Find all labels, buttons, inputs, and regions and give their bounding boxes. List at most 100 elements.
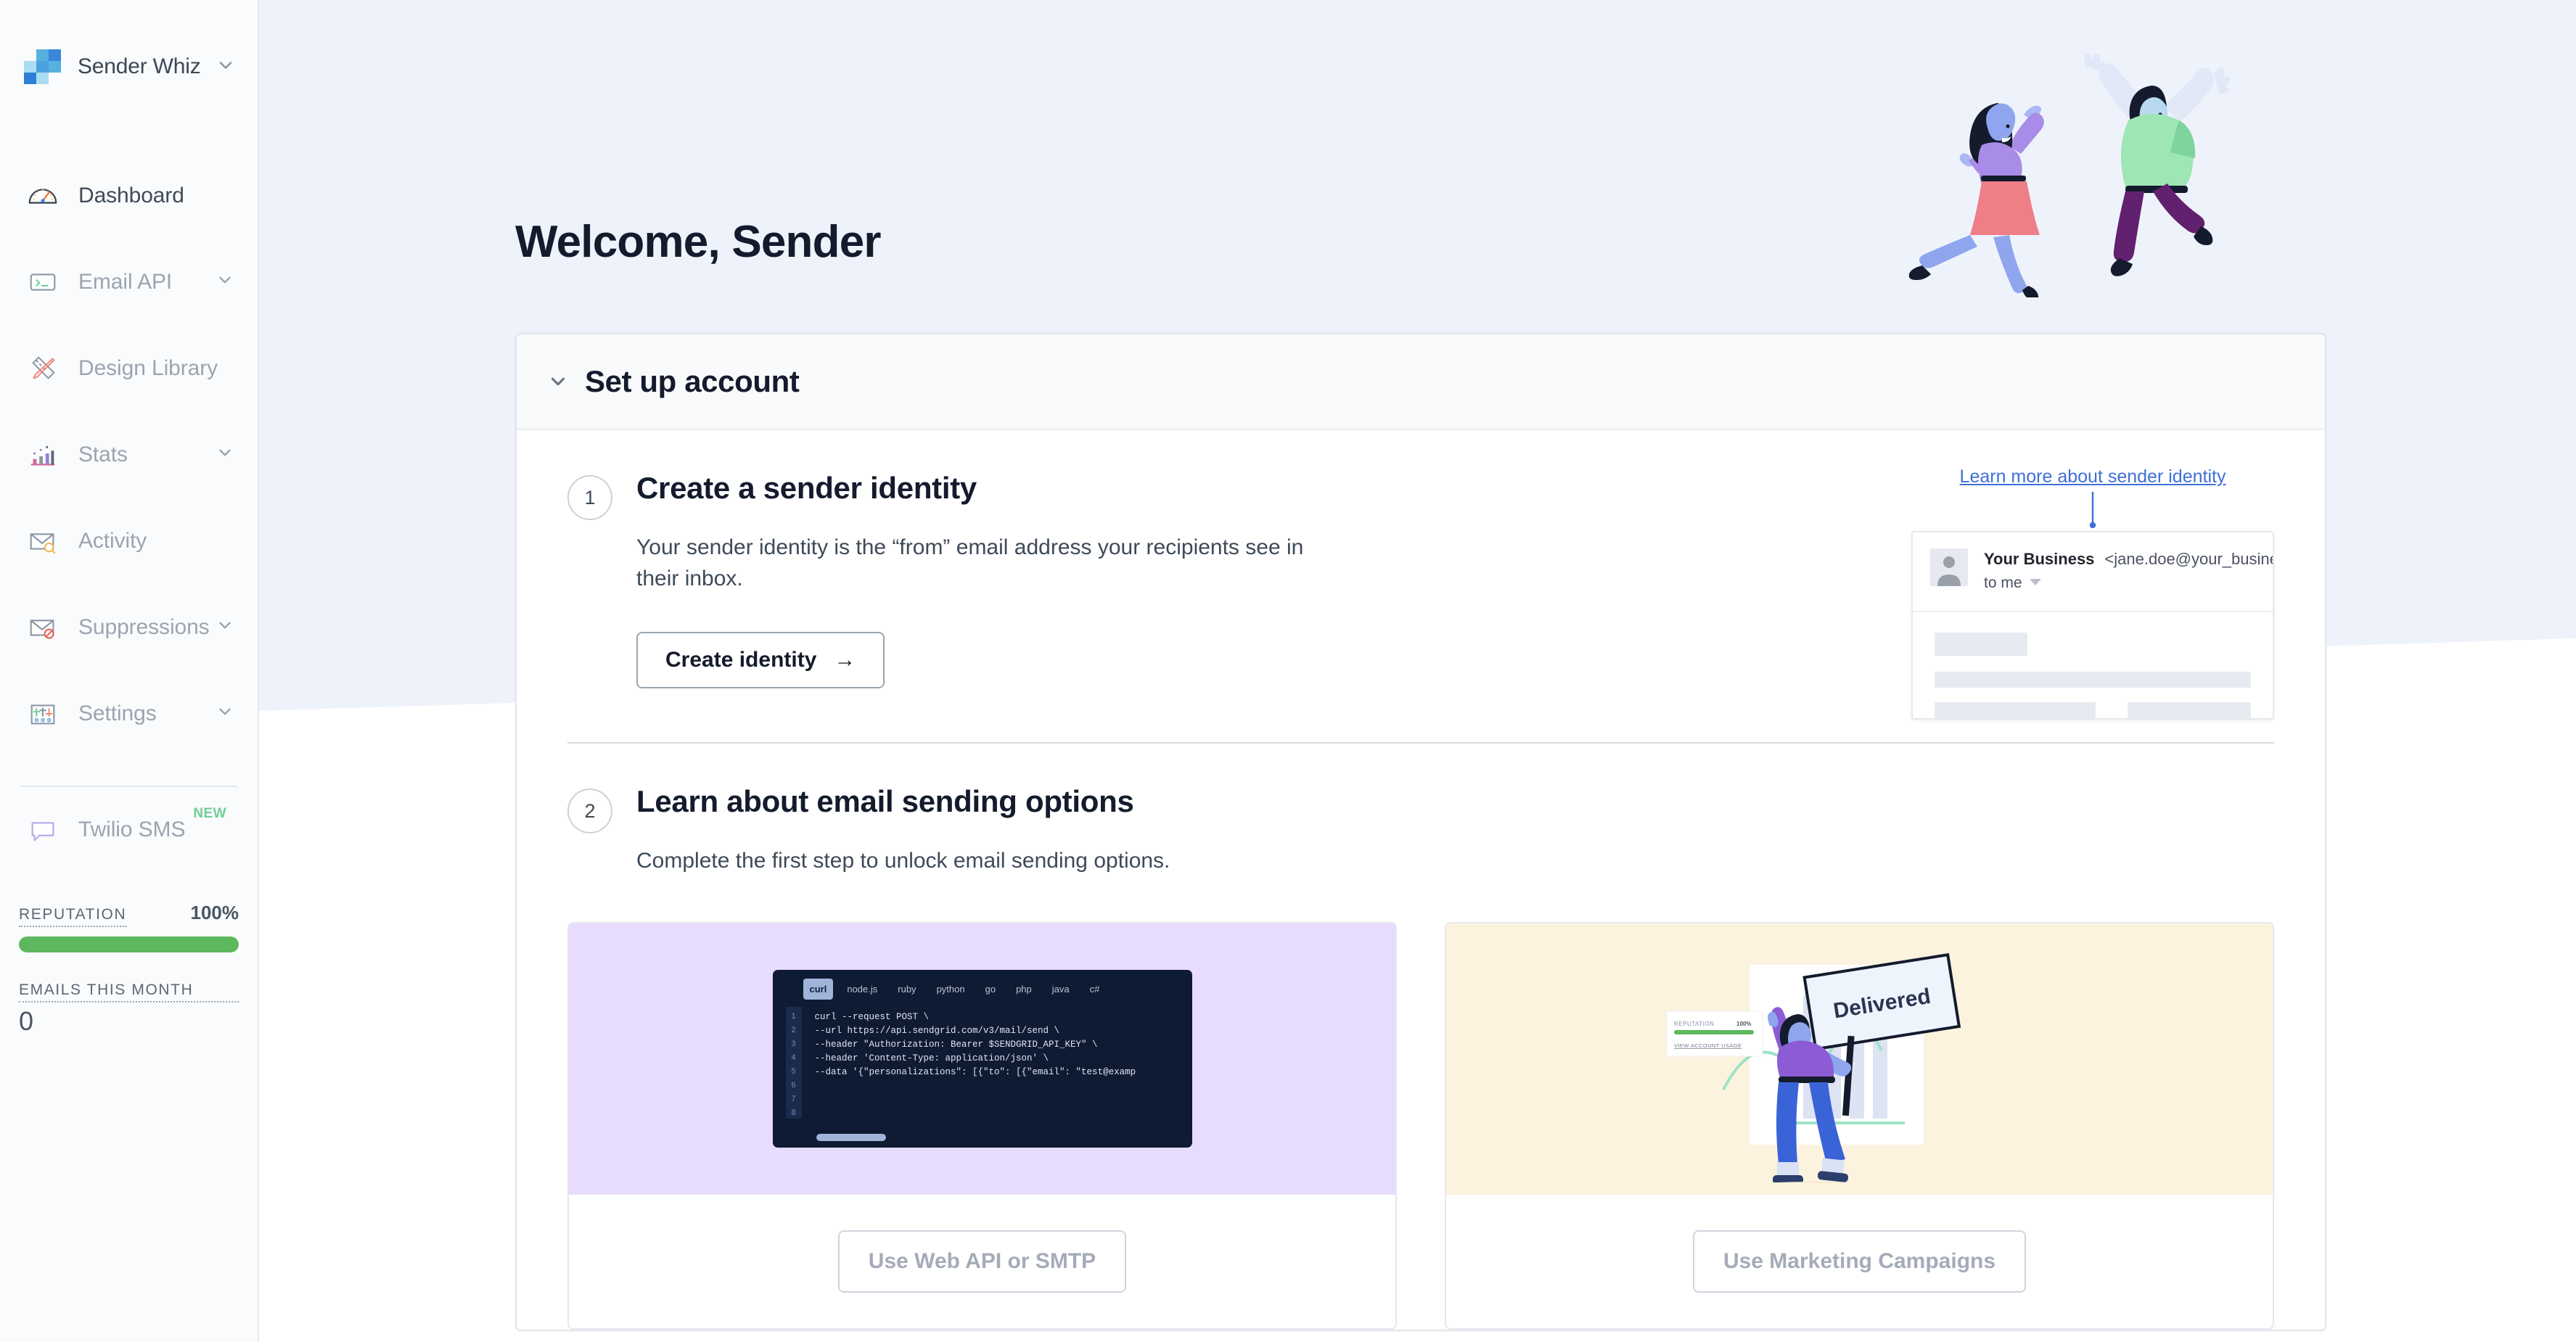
setup-account-panel: Set up account 1 Create a sender identit… xyxy=(515,333,2326,1331)
reputation-progress-fill xyxy=(19,936,239,952)
line-number: 6 xyxy=(791,1081,796,1090)
email-preview-card: Your Business <jane.doe@your_business.co… xyxy=(1911,531,2274,720)
chevron-down-icon[interactable] xyxy=(216,55,236,79)
status-badge: NEW xyxy=(193,806,226,821)
code-line: --url https://api.sendgrid.com/v3/mail/s… xyxy=(814,1026,1060,1037)
reputation-meter: REPUTATION 100% xyxy=(0,902,258,952)
code-line: --header "Authorization: Bearer $SENDGRI… xyxy=(814,1040,1098,1050)
main-content: Welcome, Sender Set up account 1 Create … xyxy=(259,0,2576,1342)
step-description: Your sender identity is the “from” email… xyxy=(636,535,1304,590)
envelope-search-icon xyxy=(23,522,62,561)
code-line: --header 'Content-Type: application/json… xyxy=(814,1053,1049,1064)
line-number: 1 xyxy=(791,1012,796,1021)
sidebar-nav: Dashboard Email API Design Library Stats… xyxy=(0,152,258,873)
placeholder-block xyxy=(1935,633,2027,656)
connector-line xyxy=(1911,487,2274,531)
page-title: Welcome, Sender xyxy=(515,217,882,267)
sidebar-item-stats[interactable]: Stats xyxy=(0,411,258,498)
code-tab[interactable]: ruby xyxy=(891,979,922,1000)
code-tab[interactable]: go xyxy=(979,979,1002,1000)
code-tab[interactable]: python xyxy=(930,979,972,1000)
sidebar-item-activity[interactable]: Activity xyxy=(0,498,258,584)
sidebar-item-design-library[interactable]: Design Library xyxy=(0,325,258,411)
line-number: 3 xyxy=(791,1040,796,1049)
sidebar-item-label: Twilio SMS xyxy=(78,818,186,841)
sidebar-item-label: Design Library xyxy=(78,355,218,380)
sliders-icon xyxy=(23,694,62,733)
emails-this-month-label: EMAILS THIS MONTH xyxy=(19,981,239,1003)
code-line: curl --request POST \ xyxy=(814,1012,930,1023)
sender-email-address: <jane.doe@your_business.com> xyxy=(2104,550,2274,568)
caret-down-icon[interactable] xyxy=(2029,577,2041,590)
reputation-label: REPUTATION xyxy=(19,906,127,927)
code-snippet-illustration: curl node.js ruby python go php java c# xyxy=(569,923,1395,1195)
sidebar-item-label: Email API xyxy=(78,269,173,294)
chevron-down-icon[interactable] xyxy=(216,616,234,638)
panel-title: Set up account xyxy=(585,364,800,398)
app-root: Sender Whiz Dashboard Email API Design L… xyxy=(0,0,2576,1342)
sendgrid-logo-icon xyxy=(22,49,61,84)
chevron-down-icon[interactable] xyxy=(216,702,234,725)
line-number: 2 xyxy=(791,1026,796,1035)
email-body-placeholder xyxy=(1913,611,2273,718)
sidebar-item-label: Suppressions xyxy=(78,614,210,639)
terminal-card-icon xyxy=(23,263,62,302)
sidebar-item-twilio-sms[interactable]: Twilio SMS NEW xyxy=(0,787,258,873)
mini-reputation-value: 100% xyxy=(1736,1021,1751,1027)
create-identity-button[interactable]: Create identity → xyxy=(636,632,885,689)
code-body: curl --request POST \ --url https://api.… xyxy=(815,1007,1136,1119)
option-card-web-api: curl node.js ruby python go php java c# xyxy=(567,921,1397,1330)
sidebar-item-label: Settings xyxy=(78,701,157,725)
sending-option-cards: curl node.js ruby python go php java c# xyxy=(517,921,2325,1330)
use-web-api-button[interactable]: Use Web API or SMTP xyxy=(837,1230,1127,1293)
code-tab[interactable]: node.js xyxy=(840,979,884,1000)
ruler-pencil-icon xyxy=(23,349,62,388)
reputation-value: 100% xyxy=(190,902,239,923)
step-number: 1 xyxy=(567,475,612,520)
step-description: Complete the first step to unlock email … xyxy=(636,849,1170,873)
create-identity-label: Create identity xyxy=(665,648,817,672)
envelope-block-icon xyxy=(23,608,62,647)
mini-reputation-label: REPUTATION xyxy=(1674,1021,1714,1027)
code-tab[interactable]: curl xyxy=(803,979,834,1000)
bar-chart-icon xyxy=(23,435,62,474)
code-mock: curl node.js ruby python go php java c# xyxy=(772,970,1192,1148)
code-line: --data '{"personalizations": [{"to": [{"… xyxy=(814,1067,1136,1078)
chat-bubble-icon xyxy=(23,810,62,849)
mini-usage-link: VIEW ACCOUNT USAGE xyxy=(1674,1042,1742,1049)
use-marketing-campaigns-button[interactable]: Use Marketing Campaigns xyxy=(1692,1230,2027,1293)
brand-name: Sender Whiz xyxy=(78,54,201,78)
sidebar-item-email-api[interactable]: Email API xyxy=(0,239,258,325)
chevron-down-icon[interactable] xyxy=(547,371,569,392)
sidebar-item-suppressions[interactable]: Suppressions xyxy=(0,584,258,670)
reputation-progress-track xyxy=(19,936,239,952)
brand-switcher[interactable]: Sender Whiz xyxy=(0,30,258,103)
line-number: 4 xyxy=(791,1053,796,1063)
emails-this-month-value: 0 xyxy=(19,1006,34,1036)
sidebar-item-label: Dashboard xyxy=(78,183,184,207)
step-number: 2 xyxy=(567,789,612,834)
code-tab[interactable]: java xyxy=(1046,979,1076,1000)
sidebar-item-label: Activity xyxy=(78,528,147,553)
sidebar-item-label: Stats xyxy=(78,442,128,466)
two-people-jumping-illustration xyxy=(1882,36,2259,301)
option-card-marketing: REPUTATION 100% VIEW ACCOUNT USAGE Deliv… xyxy=(1445,921,2274,1330)
panel-header[interactable]: Set up account xyxy=(517,334,2325,430)
learn-more-link[interactable]: Learn more about sender identity xyxy=(1911,466,2274,487)
placeholder-block xyxy=(1935,702,2096,718)
sidebar: Sender Whiz Dashboard Email API Design L… xyxy=(0,0,259,1342)
chevron-down-icon[interactable] xyxy=(216,443,234,466)
sidebar-item-settings[interactable]: Settings xyxy=(0,670,258,757)
line-number: 8 xyxy=(791,1108,796,1118)
code-tab[interactable]: php xyxy=(1009,979,1038,1000)
code-tab[interactable]: c# xyxy=(1083,979,1107,1000)
sidebar-item-dashboard[interactable]: Dashboard xyxy=(0,152,258,239)
setup-step-2: 2 Learn about email sending options Comp… xyxy=(517,744,2325,1330)
sender-identity-preview: Learn more about sender identity Your Bu… xyxy=(1911,466,2274,720)
line-number: 5 xyxy=(791,1067,796,1077)
line-number: 7 xyxy=(791,1095,796,1104)
code-language-tabs: curl node.js ruby python go php java c# xyxy=(773,970,1192,1000)
chevron-down-icon[interactable] xyxy=(216,271,234,293)
horizontal-scrollbar[interactable] xyxy=(816,1134,886,1142)
emails-this-month: EMAILS THIS MONTH 0 xyxy=(0,981,258,1037)
